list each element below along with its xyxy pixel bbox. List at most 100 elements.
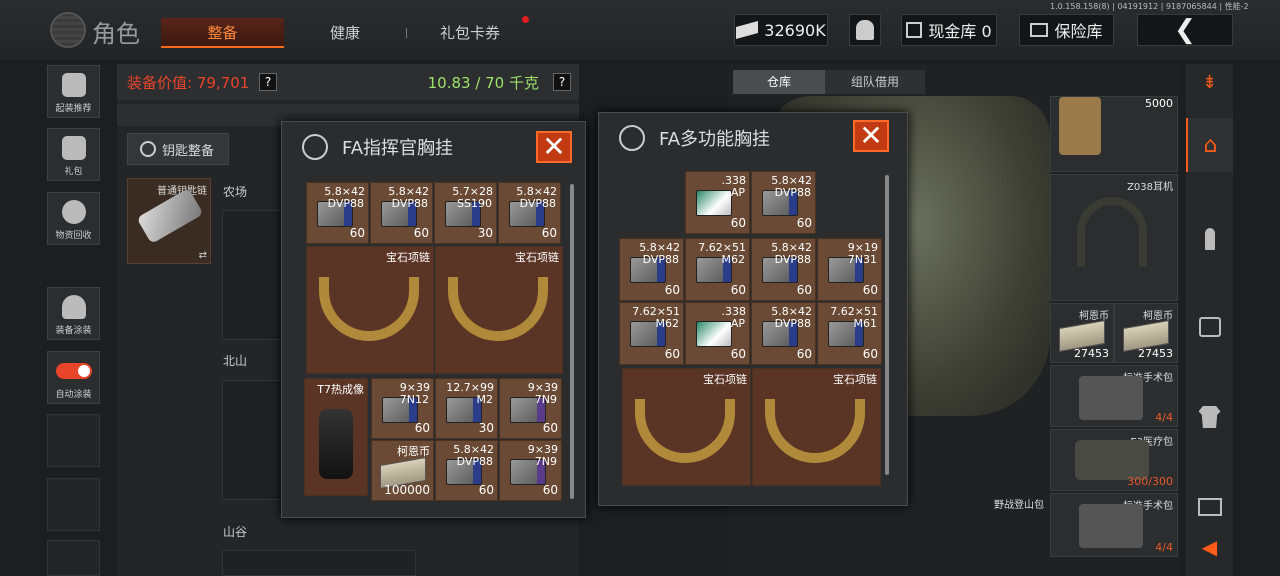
empty-sidebar-slot [47,414,100,467]
key-organize-button[interactable]: 钥匙整备 [127,133,229,165]
zone-north-hill-slots[interactable] [222,380,282,500]
keychain-slot[interactable]: 普通钥匙链 ⇄ [127,178,211,264]
ammo-type: DVP88 [519,197,556,210]
ammo-type: SS190 [457,197,492,210]
ammo-type: DVP88 [456,455,493,468]
ammo-slot[interactable]: 5.8×42 DVP88 60 [751,302,816,365]
sidebar-recycle[interactable]: 物资回收 [47,192,100,245]
sidebar-label: 装备涂装 [55,326,92,336]
inventory-item[interactable]: 5000 [1050,96,1178,172]
tab-team-borrow[interactable]: 组队借用 [825,70,925,94]
inventory-item[interactable]: Z038耳机 [1050,174,1178,301]
tab-warehouse[interactable]: 仓库 [733,70,825,94]
sidebar-label: 物资回收 [55,231,92,241]
ammo-type: DVP88 [774,317,811,330]
ammo-slot[interactable]: 5.8×42 DVP88 60 [370,182,433,244]
inventory-item[interactable]: 柯恩币 27453 [1050,303,1114,363]
zone-valley-slots[interactable] [222,550,416,576]
rig-grid: .338 AP 60 5.8×42 DVP88 60 5.8×42 DVP88 60 7.62×5… [599,113,909,507]
empty-sidebar-slot [47,478,100,531]
surgery-kit-icon [1079,376,1143,420]
ammo-slot[interactable]: 5.7×28 SS190 30 [434,182,497,244]
necklace-slot[interactable]: 宝石项链 [752,368,881,486]
sort-button[interactable]: ⇟ [1186,64,1233,100]
item-count: 4/4 [1155,411,1173,424]
currency-display[interactable]: 32690K [734,14,828,46]
necklace-slot[interactable]: 宝石项链 [622,368,751,486]
currency-amount: 32690K [764,20,826,40]
weight-display: 10.83 / 70 千克 [427,74,539,92]
ammo-slot[interactable]: 9×39 7N12 60 [371,378,434,439]
category-home[interactable]: ⌂ [1186,118,1233,172]
cash-storage-button[interactable]: 现金库 0 [901,14,997,46]
inventory-item[interactable]: 标准手术包 4/4 [1050,493,1178,557]
collapse-button[interactable]: ◀ [1186,520,1233,574]
necklace-icon [319,277,419,341]
ammo-type: M62 [655,317,680,330]
necklace-slot[interactable]: 宝石项链 [435,246,563,374]
category-armor[interactable] [1186,390,1233,444]
ammo-slot[interactable]: 7.62×51 M62 60 [619,302,684,365]
back-button[interactable]: ❮ [1137,14,1233,46]
ammo-slot[interactable]: 5.8×42 DVP88 60 [306,182,369,244]
item-count: 27453 [1074,347,1109,360]
swap-icon: ⇄ [198,250,207,261]
thermal-scope-icon [319,409,353,479]
ammo-slot[interactable]: 5.8×42 DVP88 60 [619,238,684,301]
user-profile-icon [856,20,874,40]
category-medical[interactable] [1186,300,1233,354]
item-count: 5000 [1145,97,1173,110]
ammo-slot[interactable]: 5.8×42 DVP88 60 [435,440,498,501]
category-ammo[interactable] [1186,212,1233,266]
ammo-slot[interactable]: 9×19 7N31 60 [817,238,882,301]
sidebar-label: 起装推荐 [55,104,92,114]
ammo-slot[interactable]: .338 AP 60 [685,302,750,365]
sidebar-recommend-loadout[interactable]: 起装推荐 [47,65,100,118]
inventory-item[interactable]: 标准手术包 4/4 [1050,365,1178,427]
ammo-slot[interactable]: .338 AP 60 [685,171,750,234]
home-icon: ⌂ [1203,132,1218,158]
empty-sidebar-slot [47,540,100,576]
tab-equip[interactable]: 整备 [161,18,284,48]
value-help-button[interactable]: ? [259,73,277,91]
ammo-slot[interactable]: 5.8×42 DVP88 60 [498,182,561,244]
item-name: T7热成像 [317,383,364,396]
ammo-slot[interactable]: 9×39 7N9 60 [499,378,562,439]
warehouse-tabs: 仓库 组队借用 [733,70,925,94]
inventory-item[interactable]: E3医疗包 300/300 [1050,429,1178,491]
scrollbar[interactable] [570,184,574,499]
ammo-slot[interactable]: 5.8×42 DVP88 60 [751,238,816,301]
ammo-caliber: 柯恩币 [397,445,430,458]
ammo-slot[interactable]: 7.62×51 M62 60 [685,238,750,301]
ammo-slot[interactable]: 5.8×42 DVP88 60 [751,171,816,234]
item-count: 300/300 [1127,475,1173,488]
scrollbar[interactable] [885,175,889,475]
ammo-quantity: 60 [542,421,558,435]
inventory-item[interactable]: 柯恩币 27453 [1114,303,1178,363]
scope-slot[interactable]: T7热成像 [304,378,368,496]
ammo-slot[interactable]: 12.7×99 M2 30 [435,378,498,439]
sort-icon: ⇟ [1201,71,1218,93]
medkit-icon [1075,440,1149,480]
ammo-quantity: 60 [664,347,680,361]
ammo-slot[interactable]: 柯恩币 100000 [371,440,434,501]
necklace-icon [448,277,548,341]
key-button-label: 钥匙整备 [162,143,215,159]
helmet-icon [61,73,86,97]
cash-storage-label: 现金库 0 [928,22,992,41]
tab-health[interactable]: 健康 [300,18,390,48]
ammo-slot[interactable]: 9×39 7N9 60 [499,440,562,501]
sidebar-auto-skin[interactable]: 自动涂装 [47,351,100,404]
tab-gift-cards[interactable]: 礼包卡券 [420,18,520,48]
sidebar-gift[interactable]: 礼包 [47,128,100,181]
rig-grid: 5.8×42 DVP88 60 5.8×42 DVP88 60 5.7×28 SS190 30 5… [282,122,587,519]
ammo-type: DVP88 [391,197,428,210]
profile-button[interactable] [849,14,881,46]
sidebar-equip-skin[interactable]: 装备涂装 [47,287,100,340]
tab-divider [406,28,407,38]
zone-farm-slots[interactable] [222,210,282,340]
weight-help-button[interactable]: ? [553,73,571,91]
ammo-slot[interactable]: 7.62×51 M61 60 [817,302,882,365]
safe-storage-button[interactable]: 保险库 [1019,14,1114,46]
necklace-slot[interactable]: 宝石项链 [306,246,434,374]
